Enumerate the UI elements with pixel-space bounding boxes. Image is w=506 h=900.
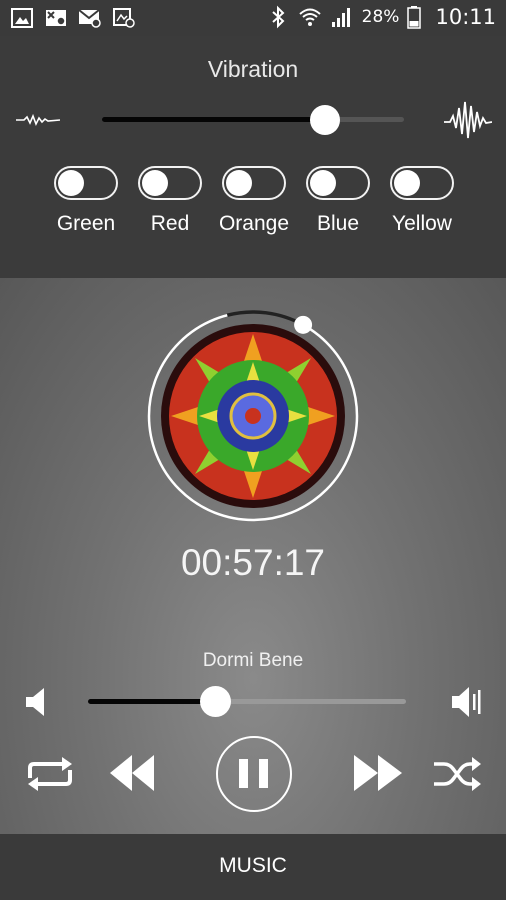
seek-thumb[interactable] bbox=[294, 315, 313, 334]
toggle-knob bbox=[142, 170, 168, 196]
fast-forward-icon[interactable] bbox=[352, 753, 404, 793]
vibration-slider-track[interactable] bbox=[102, 117, 404, 122]
toggle-item-green: Green bbox=[44, 166, 128, 236]
toggle-knob bbox=[58, 170, 84, 196]
yellow-toggle[interactable] bbox=[390, 166, 454, 200]
shuffle-icon[interactable] bbox=[432, 756, 482, 792]
toggle-knob bbox=[310, 170, 336, 196]
kaleidoscope-artwork bbox=[147, 310, 359, 522]
music-tab-label: MUSIC bbox=[219, 854, 287, 877]
high-vibration-icon bbox=[444, 101, 492, 139]
bottom-nav[interactable]: MUSIC bbox=[0, 834, 506, 900]
orange-toggle[interactable] bbox=[222, 166, 286, 200]
toggle-label-red: Red bbox=[150, 212, 190, 235]
player-area: 00:57:17 Dormi Bene bbox=[0, 278, 506, 834]
vibration-slider-thumb[interactable] bbox=[310, 105, 341, 135]
vibration-title: Vibration bbox=[207, 56, 299, 82]
mms-icon bbox=[113, 8, 135, 28]
status-bar: 28% 10:11 bbox=[0, 0, 506, 36]
clock: 10:11 bbox=[435, 5, 496, 29]
toggle-knob bbox=[226, 170, 252, 196]
color-toggles: Green Red Orange Blue Yellow bbox=[0, 166, 506, 246]
track-title: Dormi Bene bbox=[202, 650, 304, 671]
progress-arc bbox=[226, 310, 304, 327]
status-right: 28% 10:11 bbox=[266, 5, 496, 29]
volume-slider-fill bbox=[88, 699, 216, 704]
gallery-icon bbox=[11, 8, 33, 28]
volume-slider-track[interactable] bbox=[88, 699, 406, 704]
blue-toggle[interactable] bbox=[306, 166, 370, 200]
album-disc bbox=[145, 308, 361, 524]
battery-percent: 28% bbox=[361, 7, 400, 27]
bluetooth-icon bbox=[272, 5, 285, 29]
green-toggle[interactable] bbox=[54, 166, 118, 200]
toggle-label-green: Green bbox=[56, 212, 116, 235]
toggle-label-blue: Blue bbox=[316, 212, 360, 235]
toggle-item-red: Red bbox=[128, 166, 212, 236]
missed-call-icon bbox=[46, 10, 66, 26]
vibration-panel: Vibration Green Red Orange Blue Yellow bbox=[0, 36, 506, 278]
volume-slider-thumb[interactable] bbox=[200, 686, 232, 717]
elapsed-time: 00:57:17 bbox=[180, 542, 326, 583]
toggle-item-blue: Blue bbox=[296, 166, 380, 236]
toggle-label-yellow: Yellow bbox=[392, 212, 452, 235]
red-toggle[interactable] bbox=[138, 166, 202, 200]
battery-icon bbox=[407, 6, 422, 29]
rewind-icon[interactable] bbox=[108, 753, 156, 793]
pause-icon bbox=[239, 759, 268, 788]
signal-icon bbox=[331, 8, 350, 27]
low-vibration-icon bbox=[16, 113, 60, 126]
toggle-item-orange: Orange bbox=[212, 166, 296, 236]
toggle-knob bbox=[394, 170, 420, 196]
toggle-label-orange: Orange bbox=[218, 212, 290, 235]
notification-icons bbox=[10, 6, 136, 30]
repeat-icon[interactable] bbox=[24, 756, 76, 792]
email-icon bbox=[78, 9, 101, 28]
pause-button[interactable] bbox=[216, 736, 292, 812]
volume-low-icon[interactable] bbox=[24, 686, 48, 718]
artwork-dot bbox=[245, 408, 261, 424]
volume-high-icon[interactable] bbox=[450, 684, 486, 720]
toggle-item-yellow: Yellow bbox=[380, 166, 464, 236]
wifi-icon bbox=[299, 8, 321, 26]
vibration-slider-fill bbox=[102, 117, 326, 122]
